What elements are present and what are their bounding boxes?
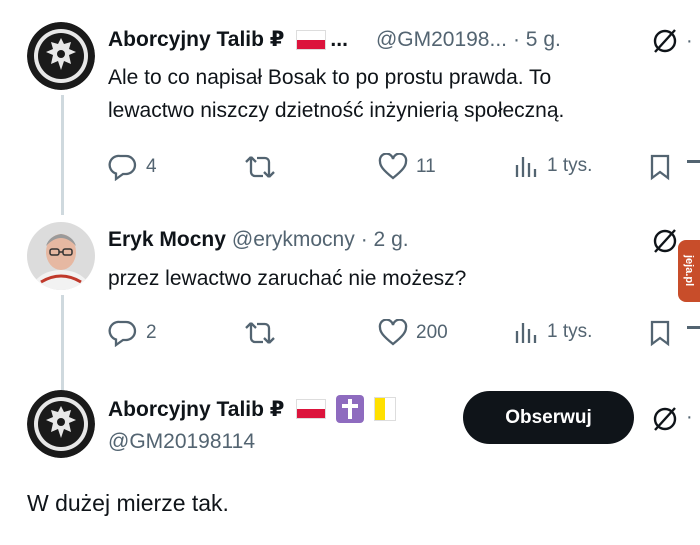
- reply-button[interactable]: 4: [108, 153, 157, 181]
- jeja-watermark: jeja.pl: [678, 240, 700, 302]
- views-count: 1 tys.: [547, 321, 593, 342]
- avatar[interactable]: [27, 390, 95, 458]
- tweet-text: przez lewactwo zaruchać nie możesz?: [108, 262, 466, 295]
- heart-icon: [378, 319, 408, 346]
- views-button[interactable]: 1 tys.: [513, 319, 592, 345]
- follow-button[interactable]: Obserwuj: [463, 391, 634, 444]
- profile-photo-icon: [27, 222, 95, 290]
- display-name[interactable]: Aborcyjny Talib ₽: [108, 27, 284, 52]
- badge-more: ...: [330, 27, 348, 51]
- retweet-button[interactable]: [244, 319, 276, 347]
- more-icon[interactable]: ·: [686, 30, 693, 53]
- more-icon[interactable]: ·: [686, 406, 693, 429]
- handle[interactable]: @GM20198...: [376, 28, 507, 52]
- main-tweet-text: W dużej mierze tak.: [27, 490, 229, 516]
- tweet-text: Ale to co napisał Bosak to po prostu pra…: [108, 61, 564, 127]
- poland-flag-icon: [296, 399, 327, 419]
- views-count: 1 tys.: [547, 155, 593, 176]
- like-button[interactable]: 200: [378, 319, 448, 347]
- display-name[interactable]: Aborcyjny Talib ₽: [108, 397, 284, 422]
- thread-line-2: [61, 295, 64, 390]
- bookmark-icon: [650, 154, 670, 181]
- heart-icon: [378, 153, 408, 180]
- reply-icon: [108, 320, 137, 347]
- tweet-header: Eryk Mocny @erykmocny · 2 g.: [108, 228, 409, 252]
- tweet-header: Aborcyjny Talib ₽ ... @GM20198... · 5 g.: [108, 27, 561, 52]
- handle[interactable]: @GM20198114: [108, 430, 255, 454]
- reply-button[interactable]: 2: [108, 319, 157, 347]
- retweet-icon: [245, 156, 275, 178]
- grok-icon[interactable]: [650, 26, 680, 61]
- like-button[interactable]: 11: [378, 153, 436, 181]
- retweet-button[interactable]: [244, 153, 276, 181]
- thread-line-1: [61, 95, 64, 215]
- reply-count: 4: [146, 156, 157, 177]
- handle[interactable]: @erykmocny: [232, 228, 355, 252]
- eagle-emblem-icon: [27, 22, 95, 90]
- avatar[interactable]: [27, 22, 95, 90]
- bookmark-icon: [650, 320, 670, 347]
- tweet-text-line: Ale to co napisał Bosak to po prostu pra…: [108, 66, 552, 89]
- avatar[interactable]: [27, 222, 95, 290]
- reply-count: 2: [146, 322, 157, 343]
- bookmark-button[interactable]: [648, 153, 672, 181]
- display-name[interactable]: Eryk Mocny: [108, 228, 226, 252]
- like-count: 200: [416, 322, 448, 343]
- author-header: Aborcyjny Talib ₽: [108, 395, 397, 423]
- views-chart-icon: [515, 157, 537, 177]
- tweet-text-line: przez lewactwo zaruchać nie możesz?: [108, 267, 467, 290]
- views-button[interactable]: 1 tys.: [513, 153, 592, 179]
- retweet-icon: [245, 322, 275, 344]
- share-icon[interactable]: [687, 326, 700, 329]
- bookmark-button[interactable]: [648, 319, 672, 347]
- eagle-emblem-icon: [27, 390, 95, 458]
- share-icon[interactable]: [687, 160, 700, 163]
- grok-icon[interactable]: [650, 404, 680, 439]
- tweet-text-line: lewactwo niszczy dzietność inżynierią sp…: [108, 99, 565, 122]
- reply-icon: [108, 154, 137, 181]
- timestamp[interactable]: · 2 g.: [361, 228, 409, 252]
- vatican-flag-icon: [374, 397, 397, 421]
- like-count: 11: [416, 156, 436, 177]
- poland-flag-icon: [296, 29, 327, 50]
- views-chart-icon: [515, 323, 537, 343]
- timestamp[interactable]: · 5 g.: [513, 28, 561, 52]
- cross-emoji-icon: [336, 395, 365, 423]
- grok-icon[interactable]: [650, 226, 680, 261]
